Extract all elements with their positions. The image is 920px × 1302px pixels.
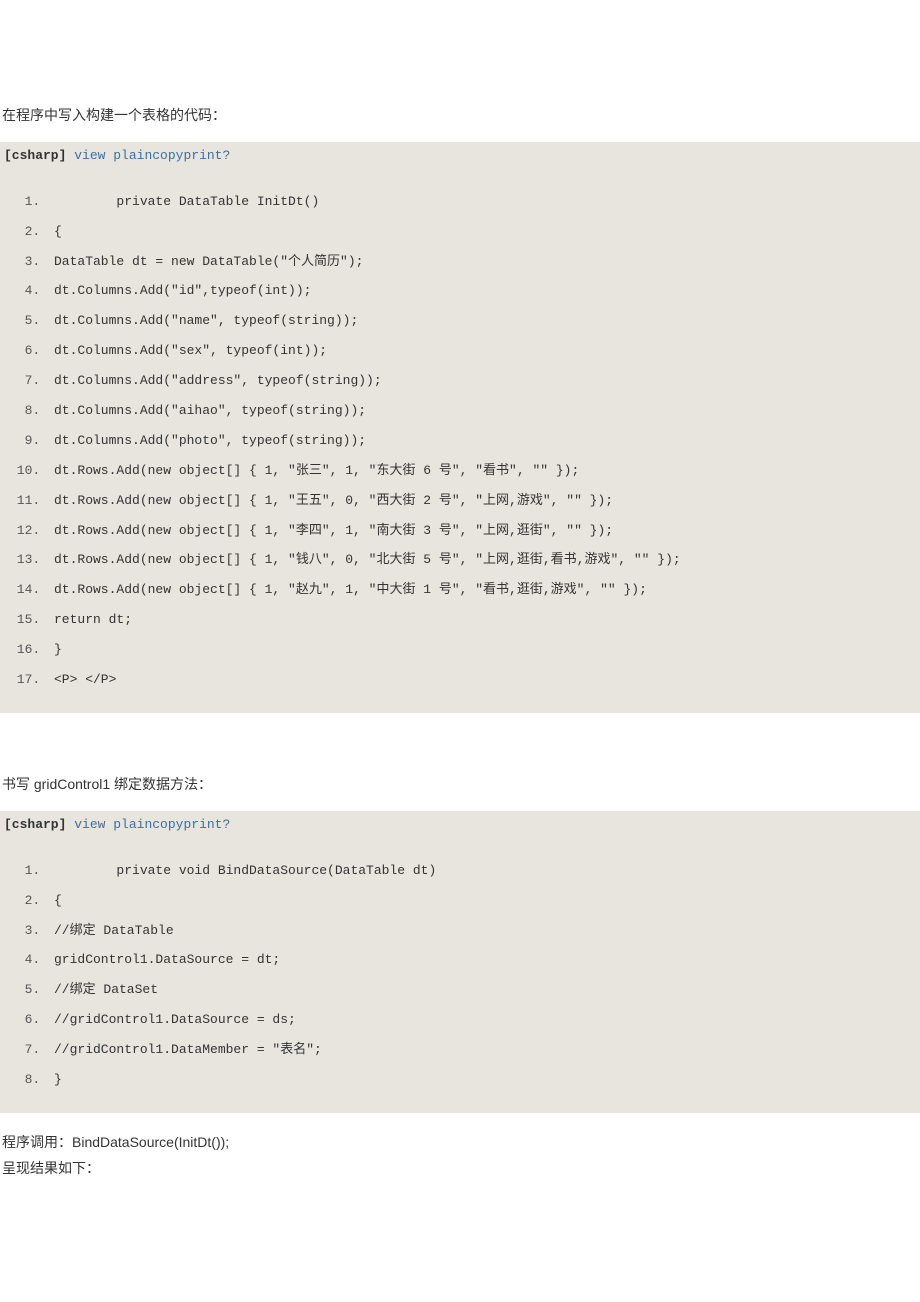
help-link[interactable]: ? [222, 148, 230, 163]
copy-link[interactable]: copy [152, 817, 183, 832]
code-line: dt.Rows.Add(new object[] { 1, "钱八", 0, "… [48, 545, 920, 575]
lang-label: [csharp] [4, 148, 66, 163]
code-line: dt.Columns.Add("aihao", typeof(string)); [48, 396, 920, 426]
code-line: dt.Columns.Add("address", typeof(string)… [48, 366, 920, 396]
code-line: dt.Columns.Add("name", typeof(string)); [48, 306, 920, 336]
view-plain-link[interactable]: view plain [74, 817, 152, 832]
code-line: dt.Columns.Add("id",typeof(int)); [48, 276, 920, 306]
intro-paragraph-1: 在程序中写入构建一个表格的代码： [0, 104, 920, 128]
code-line: private void BindDataSource(DataTable dt… [48, 856, 920, 886]
code-line: { [48, 886, 920, 916]
code-line: //gridControl1.DataSource = ds; [48, 1005, 920, 1035]
code-line: dt.Columns.Add("photo", typeof(string)); [48, 426, 920, 456]
code-line: { [48, 217, 920, 247]
code-lines-1: private DataTable InitDt() { DataTable d… [48, 187, 920, 695]
outro-paragraph-1: 程序调用：BindDataSource(InitDt()); [0, 1131, 920, 1155]
code-line: gridControl1.DataSource = dt; [48, 945, 920, 975]
code-line: return dt; [48, 605, 920, 635]
code-lines-2: private void BindDataSource(DataTable dt… [48, 856, 920, 1095]
code-line: DataTable dt = new DataTable("个人简历"); [48, 247, 920, 277]
code-header-1: [csharp] view plaincopyprint? [0, 142, 920, 169]
code-block-1: private DataTable InitDt() { DataTable d… [0, 169, 920, 713]
print-link[interactable]: print [183, 817, 222, 832]
code-block-2: private void BindDataSource(DataTable dt… [0, 838, 920, 1113]
code-line: private DataTable InitDt() [48, 187, 920, 217]
top-spacer [0, 0, 920, 90]
code-line: //绑定 DataSet [48, 975, 920, 1005]
code-line: } [48, 1065, 920, 1095]
intro-paragraph-2: 书写 gridControl1 绑定数据方法： [0, 773, 920, 797]
help-link[interactable]: ? [222, 817, 230, 832]
code-line: <P> </P> [48, 665, 920, 695]
code-line: dt.Rows.Add(new object[] { 1, "赵九", 1, "… [48, 575, 920, 605]
code-line: } [48, 635, 920, 665]
code-line: dt.Rows.Add(new object[] { 1, "王五", 0, "… [48, 486, 920, 516]
code-line: dt.Rows.Add(new object[] { 1, "李四", 1, "… [48, 516, 920, 546]
code-line: //gridControl1.DataMember = "表名"; [48, 1035, 920, 1065]
view-plain-link[interactable]: view plain [74, 148, 152, 163]
lang-label: [csharp] [4, 817, 66, 832]
outro-paragraph-2: 呈现结果如下： [0, 1157, 920, 1181]
code-line: //绑定 DataTable [48, 916, 920, 946]
code-line: dt.Rows.Add(new object[] { 1, "张三", 1, "… [48, 456, 920, 486]
copy-link[interactable]: copy [152, 148, 183, 163]
code-line: dt.Columns.Add("sex", typeof(int)); [48, 336, 920, 366]
code-header-2: [csharp] view plaincopyprint? [0, 811, 920, 838]
print-link[interactable]: print [183, 148, 222, 163]
